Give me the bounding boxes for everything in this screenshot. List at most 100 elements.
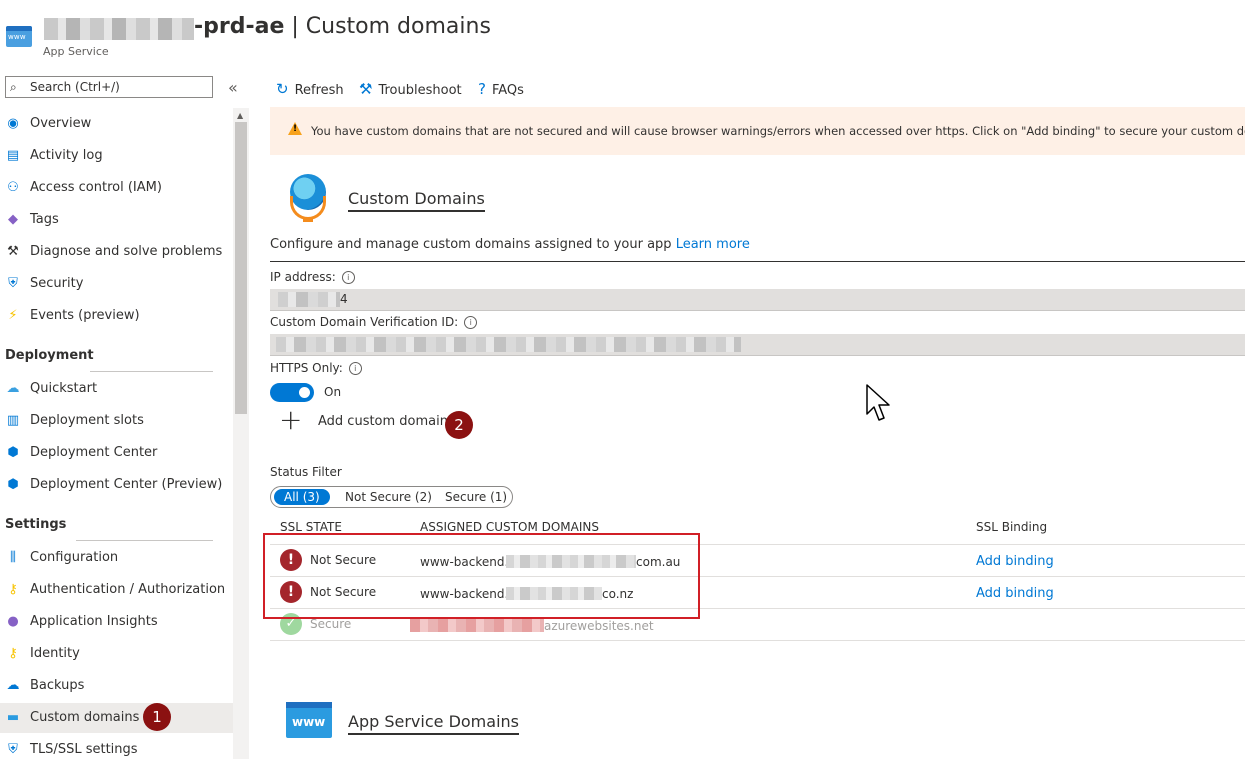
settings-divider — [76, 540, 213, 541]
sidebar-item-configuration[interactable]: ⫼ Configuration — [0, 543, 233, 573]
sidebar-item-tags[interactable]: ◆ Tags — [0, 205, 233, 235]
sidebar-item-identity[interactable]: ⚷ Identity — [0, 639, 233, 669]
sidebar-item-tls-ssl-settings[interactable]: ⛨ TLS/SSL settings — [0, 735, 233, 765]
ip-address-visible-digit: 4 — [340, 292, 348, 306]
backup-cloud-icon: ☁ — [6, 678, 20, 693]
search-placeholder: Search (Ctrl+/) — [30, 80, 120, 94]
globe-base-icon — [303, 219, 313, 222]
custom-domains-description: Configure and manage custom domains assi… — [270, 237, 750, 252]
sidebar-search-input[interactable]: ⌕ Search (Ctrl+/) — [5, 76, 213, 98]
refresh-button[interactable]: ↻ Refresh — [276, 80, 344, 98]
col-assigned-domains: ASSIGNED CUSTOM DOMAINS — [420, 520, 599, 534]
sidebar-item-label: TLS/SSL settings — [30, 742, 138, 757]
ip-address-label: IP address: i — [270, 270, 355, 284]
wrench-icon: ⚒ — [359, 80, 373, 98]
custom-domains-heading: Custom Domains — [348, 189, 485, 212]
step-badge-1: 1 — [143, 703, 171, 731]
sidebar-item-application-insights[interactable]: ● Application Insights — [0, 607, 233, 637]
sidebar-item-activity-log[interactable]: ▤ Activity log — [0, 141, 233, 171]
faqs-button[interactable]: ? FAQs — [478, 80, 524, 98]
page-title: -prd-ae | Custom domains — [194, 14, 491, 39]
troubleshoot-button[interactable]: ⚒ Troubleshoot — [359, 80, 462, 98]
info-icon[interactable]: i — [341, 271, 355, 284]
sidebar-scrollbar-thumb[interactable] — [235, 122, 247, 414]
warning-message: You have custom domains that are not sec… — [311, 124, 1245, 138]
tag-icon: ◆ — [8, 212, 18, 227]
sidebar-item-events-preview[interactable]: ⚡ Events (preview) — [0, 301, 233, 331]
learn-more-link[interactable]: Learn more — [676, 237, 750, 252]
app-name-suffix: -prd-ae — [194, 14, 285, 39]
sidebar-item-label: Diagnose and solve problems — [30, 244, 223, 259]
tls-shield-icon: ⛨ — [8, 742, 18, 757]
filter-all[interactable]: All (3) — [274, 489, 330, 505]
deployment-divider — [90, 371, 213, 372]
sidebar-item-label: Security — [30, 276, 84, 291]
table-row-divider — [270, 640, 1245, 641]
row2-add-binding-link[interactable]: Add binding — [976, 586, 1054, 601]
app-service-domains-heading: App Service Domains — [348, 712, 519, 735]
sidebar-item-deployment-center[interactable]: ⬢ Deployment Center — [0, 438, 233, 468]
key-icon: ⚷ — [8, 582, 18, 597]
sidebar-item-custom-domains[interactable]: ▬ Custom domains — [0, 703, 233, 733]
app-service-icon: www — [6, 26, 32, 47]
sliders-icon: ⫼ — [10, 550, 16, 565]
question-icon: ? — [478, 80, 486, 98]
page-subtitle: App Service — [43, 45, 109, 58]
filter-not-secure[interactable]: Not Secure (2) — [345, 489, 432, 505]
sidebar-item-security[interactable]: ⛨ Security — [0, 269, 233, 299]
status-filter-label: Status Filter — [270, 465, 342, 479]
sidebar-item-overview[interactable]: ◉ Overview — [0, 109, 233, 139]
sidebar-item-deployment-center-preview[interactable]: ⬢ Deployment Center (Preview) — [0, 470, 233, 500]
redacted-verification-id — [276, 337, 741, 352]
col-ssl-binding: SSL Binding — [976, 520, 1048, 534]
sidebar-item-diagnose-and-solve-problems[interactable]: ⚒ Diagnose and solve problems — [0, 237, 233, 267]
col-ssl-state: SSL STATE — [280, 520, 342, 534]
sidebar-item-label: Quickstart — [30, 381, 98, 396]
collapse-sidebar-button[interactable]: « — [228, 78, 238, 97]
highlight-box — [263, 533, 700, 619]
redacted-domain — [410, 619, 544, 632]
https-only-label: HTTPS Only: i — [270, 361, 362, 375]
cube-icon: ⬢ — [7, 445, 19, 460]
redacted-ip — [278, 292, 340, 307]
info-icon[interactable]: i — [464, 316, 478, 329]
sidebar-item-label: Custom domains — [30, 710, 140, 725]
sidebar-item-label: Application Insights — [30, 614, 158, 629]
https-only-state: On — [324, 385, 342, 399]
row3-ssl-state: Secure — [310, 617, 352, 631]
wrench-icon: ⚒ — [7, 244, 19, 259]
iam-icon: ⚇ — [7, 180, 19, 195]
scroll-up-arrow-icon[interactable]: ▲ — [237, 111, 243, 120]
title-page: Custom domains — [305, 14, 491, 39]
sidebar-item-deployment-slots[interactable]: ▥ Deployment slots — [0, 406, 233, 436]
activity-log-icon: ▤ — [6, 148, 20, 163]
sidebar-item-label: Deployment Center (Preview) — [30, 477, 223, 492]
sidebar-item-label: Deployment Center — [30, 445, 158, 460]
https-only-label-text: HTTPS Only: — [270, 361, 343, 375]
sidebar-item-label: Events (preview) — [30, 308, 140, 323]
description-text: Configure and manage custom domains assi… — [270, 237, 672, 252]
sidebar-item-access-control-iam[interactable]: ⚇ Access control (IAM) — [0, 173, 233, 203]
add-icon[interactable]: + — [279, 405, 302, 435]
status-filter-group: All (3) Not Secure (2) Secure (1) — [270, 486, 513, 508]
sidebar-item-label: Overview — [30, 116, 92, 131]
verification-id-label-text: Custom Domain Verification ID: — [270, 315, 459, 329]
globe-stand-icon — [290, 196, 326, 220]
shield-icon: ⛨ — [8, 276, 18, 291]
overview-icon: ◉ — [7, 116, 19, 131]
sidebar-item-label: Activity log — [30, 148, 103, 163]
row1-add-binding-link[interactable]: Add binding — [976, 554, 1054, 569]
refresh-icon: ↻ — [276, 80, 289, 98]
ip-address-field[interactable]: 4 — [270, 289, 1245, 311]
sidebar-item-authentication-authorization[interactable]: ⚷ Authentication / Authorization — [0, 575, 233, 605]
https-only-toggle[interactable] — [270, 383, 314, 402]
info-icon[interactable]: i — [348, 362, 362, 375]
add-custom-domain-button[interactable]: Add custom domain — [318, 414, 448, 429]
cloud-icon: ☁ — [6, 381, 20, 396]
sidebar-item-label: Identity — [30, 646, 80, 661]
warning-banner[interactable]: ! You have custom domains that are not s… — [270, 107, 1245, 155]
sidebar-item-quickstart[interactable]: ☁ Quickstart — [0, 374, 233, 404]
verification-id-field[interactable] — [270, 334, 1245, 356]
filter-secure[interactable]: Secure (1) — [445, 489, 507, 505]
sidebar-item-backups[interactable]: ☁ Backups — [0, 671, 233, 701]
